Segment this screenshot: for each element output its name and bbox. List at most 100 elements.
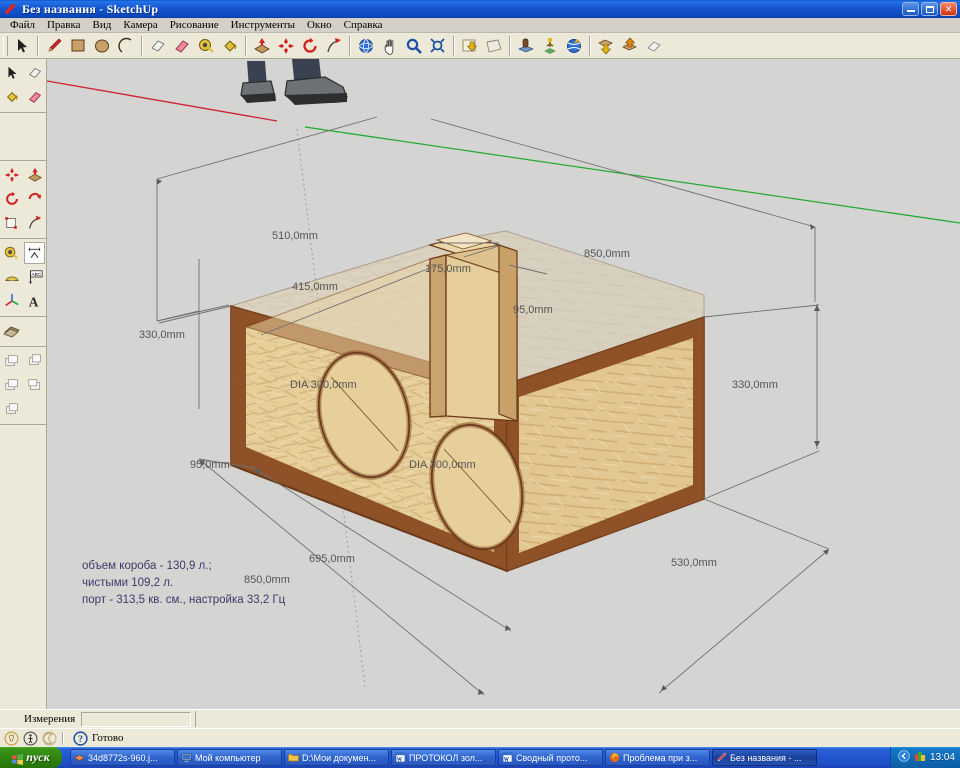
taskbar-item-firefox[interactable]: Проблема при з... (605, 749, 710, 766)
tape-measure-icon[interactable] (195, 35, 217, 57)
question-help-icon[interactable]: ? (73, 730, 88, 746)
circle-icon[interactable] (91, 35, 113, 57)
taskbar: пуск 34d8772s-960.j... Мой компьютер D:\… (0, 747, 960, 768)
restore-button[interactable] (921, 2, 938, 16)
toolbar-separator (453, 35, 455, 56)
status-separator (62, 731, 64, 745)
arc-icon[interactable] (115, 35, 137, 57)
taskbar-clock[interactable]: 13:04 (930, 752, 955, 763)
menu-edit[interactable]: Правка (41, 18, 87, 32)
person-hint-icon[interactable] (23, 730, 38, 746)
menu-view[interactable]: Вид (87, 18, 118, 32)
select-arrow-icon[interactable] (11, 35, 33, 57)
3d-text-icon[interactable]: A (24, 290, 45, 312)
follow-me-icon[interactable] (323, 35, 345, 57)
rectangle-icon[interactable] (67, 35, 89, 57)
start-button[interactable]: пуск (0, 747, 62, 768)
taskbar-item-label: Мой компьютер (195, 752, 261, 763)
menu-window[interactable]: Окно (301, 18, 338, 32)
bulb-hint-icon[interactable] (4, 730, 19, 746)
section-plane-icon[interactable] (1, 320, 22, 342)
layer-stack-5-icon[interactable] (1, 398, 23, 420)
orbit-icon[interactable] (355, 35, 377, 57)
rotate-red-icon[interactable] (24, 188, 45, 210)
axes-icon[interactable] (1, 290, 22, 312)
previous-view-icon[interactable] (459, 35, 481, 57)
svg-text:ABC: ABC (31, 272, 41, 278)
windows-flag-icon (12, 752, 24, 765)
taskbar-item-folder[interactable]: D:\Мои докумен... (284, 749, 389, 766)
eraser-white-icon[interactable] (147, 35, 169, 57)
toolbar-separator (349, 35, 351, 56)
toolbar-separator (589, 35, 591, 56)
measurement-input[interactable] (81, 711, 192, 727)
status-text: Готово (92, 732, 124, 744)
pan-hand-icon[interactable] (379, 35, 401, 57)
chevron-left-icon[interactable] (898, 749, 910, 767)
zoom-extents-icon[interactable] (427, 35, 449, 57)
dim-label-95-top: 95,0mm (513, 304, 553, 316)
section-plane-display-icon[interactable] (24, 320, 45, 342)
menu-draw[interactable]: Рисование (164, 18, 225, 32)
taskbar-item-my-computer[interactable]: Мой компьютер (177, 749, 282, 766)
layer-stack-2-icon[interactable] (24, 350, 45, 372)
tape-measure-icon[interactable] (1, 242, 22, 264)
scale-icon[interactable] (1, 212, 22, 234)
minimize-button[interactable] (902, 2, 919, 16)
next-view-icon[interactable] (483, 35, 505, 57)
menu-camera[interactable]: Камера (117, 18, 163, 32)
dimension-icon[interactable] (23, 242, 45, 264)
dim-label-850-bottom: 850,0mm (244, 574, 290, 586)
layer-stack-4-icon[interactable] (24, 374, 45, 396)
top-toolbar (0, 33, 960, 59)
layers-icon[interactable] (643, 35, 665, 57)
measurement-extra-pane (195, 711, 515, 727)
follow-me-icon[interactable] (24, 212, 45, 234)
line-pencil-icon[interactable] (43, 35, 65, 57)
share-component-icon[interactable] (619, 35, 641, 57)
system-tray: 13:04 (889, 747, 960, 768)
layer-stack-3-icon[interactable] (1, 374, 22, 396)
taskbar-item-label: Сводный прото... (516, 752, 588, 763)
protractor-icon[interactable] (1, 266, 22, 288)
eraser-white-icon[interactable] (24, 62, 45, 84)
select-arrow-icon[interactable] (1, 62, 22, 84)
zoom-magnifier-icon[interactable] (403, 35, 425, 57)
walk-icon[interactable] (539, 35, 561, 57)
move-icon[interactable] (275, 35, 297, 57)
position-camera-icon[interactable] (515, 35, 537, 57)
taskbar-item-sketchup[interactable]: Без названия - ... (712, 749, 817, 766)
eraser-pink-icon[interactable] (171, 35, 193, 57)
toolbar-grip[interactable] (3, 35, 8, 56)
rotate-icon[interactable] (299, 35, 321, 57)
measurement-bar: Измерения (0, 709, 960, 728)
push-pull-icon[interactable] (24, 164, 45, 186)
dim-label-850-top: 850,0mm (584, 248, 630, 260)
menu-help[interactable]: Справка (338, 18, 389, 32)
close-button[interactable]: ✕ (940, 2, 957, 16)
title-bar: Без названия - SketchUp ✕ (0, 0, 960, 18)
taskbar-item-svodny[interactable]: Сводный прото... (498, 749, 603, 766)
moon-hint-icon[interactable] (42, 730, 57, 746)
paint-bucket-icon[interactable] (1, 86, 22, 108)
start-label: пуск (26, 750, 50, 764)
download-component-icon[interactable] (595, 35, 617, 57)
taskbar-item-protokol[interactable]: ПРОТОКОЛ зол... (391, 749, 496, 766)
layer-stack-icon[interactable] (1, 350, 22, 372)
menu-file[interactable]: Файл (4, 18, 41, 32)
paint-bucket-icon[interactable] (219, 35, 241, 57)
menu-tools[interactable]: Инструменты (225, 18, 301, 32)
text-abc-icon[interactable]: ABC (24, 266, 45, 288)
look-around-icon[interactable] (563, 35, 585, 57)
eraser-pink-icon[interactable] (24, 86, 45, 108)
move-icon[interactable] (1, 164, 22, 186)
taskbar-item-image[interactable]: 34d8772s-960.j... (70, 749, 175, 766)
left-toolbar-group-empty (0, 113, 46, 161)
drawing-canvas[interactable]: 510,0mm 330,0mm 415,0mm 175,0mm 95,0mm 8… (47, 59, 960, 709)
model-viewport[interactable]: 510,0mm 330,0mm 415,0mm 175,0mm 95,0mm 8… (47, 59, 960, 709)
push-pull-icon[interactable] (251, 35, 273, 57)
dim-label-530: 530,0mm (671, 557, 717, 569)
rotate-icon[interactable] (1, 188, 22, 210)
tray-app-icon[interactable] (914, 749, 926, 767)
annotation-line-3: порт - 313,5 кв. см., настройка 33,2 Гц (82, 594, 286, 606)
